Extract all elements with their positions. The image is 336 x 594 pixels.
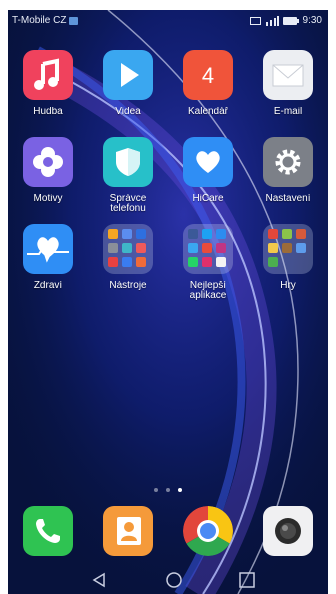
folder-icon	[103, 224, 153, 274]
carrier-name: T-Mobile CZ	[12, 15, 67, 26]
play-icon	[103, 50, 153, 100]
calendar-day: 4	[201, 63, 215, 88]
app-label: Nejlepší aplikace	[189, 281, 227, 301]
screenshot-icon	[249, 16, 261, 25]
phone-icon	[23, 506, 73, 556]
navigation-bar	[8, 566, 328, 594]
gear-icon	[263, 137, 313, 187]
health-heartbeat-icon	[23, 224, 73, 274]
app-label: Kalendář	[187, 107, 229, 117]
dock-contacts[interactable]	[88, 506, 168, 556]
signal-icon	[265, 15, 279, 26]
status-bar: T-Mobile CZ 9:30	[8, 10, 328, 32]
app-videa[interactable]: Videa	[88, 50, 168, 117]
camera-icon	[263, 506, 313, 556]
clock: 9:30	[302, 15, 322, 26]
app-label: Hudba	[33, 107, 63, 117]
home-screen: T-Mobile CZ 9:30 Hudba Videa 4 Kalendář	[8, 10, 328, 594]
app-hudba[interactable]: Hudba	[8, 50, 88, 117]
app-motivy[interactable]: Motivy	[8, 137, 88, 204]
music-note-icon	[23, 50, 73, 100]
folder-icon	[263, 224, 313, 274]
themes-flower-icon	[23, 137, 73, 187]
app-kalendar[interactable]: 4 Kalendář	[168, 50, 248, 117]
folder-hry[interactable]: Hry	[248, 224, 328, 291]
contacts-icon	[103, 506, 153, 556]
app-label: Správce telefonu	[109, 194, 147, 214]
battery-icon	[282, 16, 299, 25]
folder-nastroje[interactable]: Nástroje	[88, 224, 168, 291]
shield-icon	[103, 137, 153, 187]
app-label: Nastavení	[265, 194, 311, 204]
app-spravce-telefonu[interactable]: Správce telefonu	[88, 137, 168, 214]
app-label: Videa	[115, 107, 141, 117]
chrome-icon	[183, 506, 233, 556]
notification-icon	[69, 16, 79, 25]
app-label: Nástroje	[109, 281, 147, 291]
app-label: Zdraví	[33, 281, 63, 291]
page-dot-active[interactable]	[178, 488, 182, 492]
app-label: E-mail	[273, 107, 303, 117]
app-label: HiCare	[192, 194, 224, 204]
dock-camera[interactable]	[248, 506, 328, 556]
calendar-icon: 4	[183, 50, 233, 100]
folder-icon	[183, 224, 233, 274]
app-zdravi[interactable]: Zdraví	[8, 224, 88, 291]
page-dot[interactable]	[166, 488, 170, 492]
app-email[interactable]: E-mail	[248, 50, 328, 117]
home-icon[interactable]	[163, 570, 185, 590]
page-indicator	[8, 488, 328, 492]
dock-phone[interactable]	[8, 506, 88, 556]
back-icon[interactable]	[88, 570, 110, 590]
page-dot[interactable]	[154, 488, 158, 492]
app-hicare[interactable]: HiCare	[168, 137, 248, 204]
app-nastaveni[interactable]: Nastavení	[248, 137, 328, 204]
heart-icon	[183, 137, 233, 187]
recents-icon[interactable]	[236, 570, 258, 590]
envelope-icon	[263, 50, 313, 100]
dock-chrome[interactable]	[168, 506, 248, 556]
folder-nejlepsi-aplikace[interactable]: Nejlepší aplikace	[168, 224, 248, 301]
app-label: Motivy	[33, 194, 63, 204]
app-label: Hry	[280, 281, 296, 291]
